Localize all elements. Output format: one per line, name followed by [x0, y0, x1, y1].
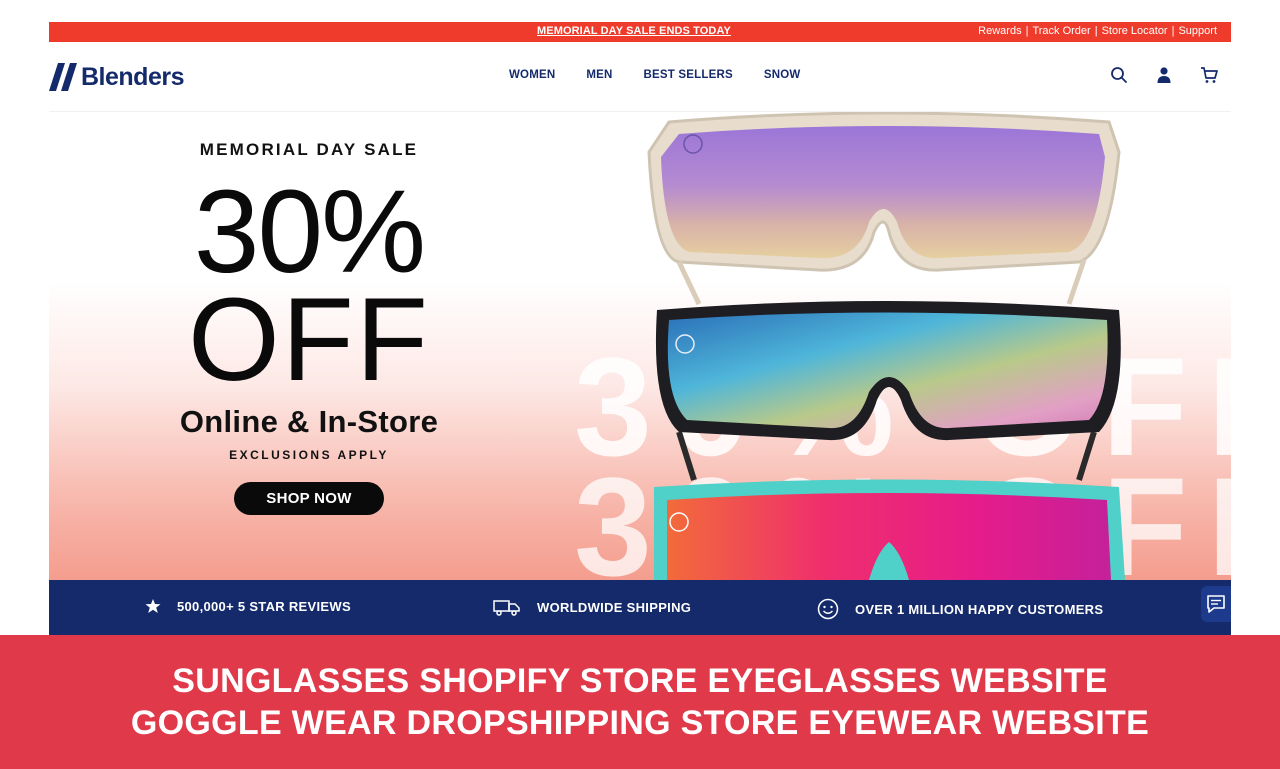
- logo-mark-icon: [49, 63, 77, 91]
- website: MEMORIAL DAY SALE ENDS TODAY Rewards | T…: [49, 22, 1231, 635]
- logo[interactable]: Blenders: [49, 57, 184, 97]
- nav-women[interactable]: WOMEN: [509, 69, 555, 81]
- hero-subtitle: Online & In-Store: [179, 404, 439, 439]
- account-icon[interactable]: [1154, 65, 1174, 85]
- banner-line: SUNGLASSES SHOPIFY STORE EYEGLASSES WEBS…: [172, 662, 1108, 700]
- feature-strip: 500,000+ 5 STAR REVIEWS WORLDWIDE SHIPPI…: [49, 580, 1231, 635]
- cart-icon[interactable]: [1199, 65, 1219, 85]
- feature-label: WORLDWIDE SHIPPING: [537, 599, 692, 615]
- chat-icon: [1207, 595, 1225, 613]
- nav-men[interactable]: MEN: [586, 69, 612, 81]
- chat-button[interactable]: [1201, 586, 1231, 622]
- rewards-link[interactable]: Rewards: [978, 25, 1021, 37]
- nav-snow[interactable]: SNOW: [764, 69, 801, 81]
- header-icons: [1109, 65, 1219, 85]
- hero-off: OFF: [188, 274, 430, 406]
- track-order-link[interactable]: Track Order: [1032, 25, 1090, 37]
- sunglasses-image: [647, 112, 1125, 580]
- feature-reviews: 500,000+ 5 STAR REVIEWS: [145, 598, 351, 614]
- nav-best-sellers[interactable]: BEST SELLERS: [644, 69, 733, 81]
- truck-icon: [493, 600, 520, 616]
- store-locator-link[interactable]: Store Locator: [1102, 25, 1168, 37]
- promo-bar: MEMORIAL DAY SALE ENDS TODAY Rewards | T…: [49, 22, 1231, 42]
- caption-banner: SUNGLASSES SHOPIFY STORE EYEGLASSES WEBS…: [0, 635, 1280, 769]
- screenshot-frame: MEMORIAL DAY SALE ENDS TODAY Rewards | T…: [0, 0, 1280, 769]
- hero-discount: 30%: [193, 166, 426, 298]
- hero-exclusions: EXCLUSIONS APPLY: [229, 448, 389, 462]
- utility-links: Rewards | Track Order | Store Locator | …: [978, 25, 1217, 37]
- logo-text: Blenders: [81, 62, 184, 91]
- search-icon[interactable]: [1109, 65, 1129, 85]
- banner-line: GOGGLE WEAR DROPSHIPPING STORE EYEWEAR W…: [130, 704, 1150, 742]
- feature-label: 500,000+ 5 STAR REVIEWS: [177, 598, 351, 614]
- separator: |: [1171, 25, 1175, 37]
- feature-shipping: WORLDWIDE SHIPPING: [493, 598, 691, 616]
- site-header: Blenders WOMEN MEN BEST SELLERS SNOW: [49, 42, 1231, 112]
- main-nav: WOMEN MEN BEST SELLERS SNOW: [509, 69, 800, 81]
- separator: |: [1025, 25, 1029, 37]
- feature-label: OVER 1 MILLION HAPPY CUSTOMERS: [855, 601, 1104, 617]
- hero-copy: MEMORIAL DAY SALE 30% OFF Online & In-St…: [129, 140, 489, 515]
- separator: |: [1094, 25, 1098, 37]
- smiley-icon: [817, 598, 839, 620]
- star-icon: [145, 599, 161, 613]
- feature-customers: OVER 1 MILLION HAPPY CUSTOMERS: [817, 598, 1103, 620]
- shop-now-button[interactable]: SHOP NOW: [234, 482, 384, 515]
- hero-eyebrow: MEMORIAL DAY SALE: [199, 140, 419, 159]
- support-link[interactable]: Support: [1178, 25, 1217, 37]
- promo-link[interactable]: MEMORIAL DAY SALE ENDS TODAY: [537, 25, 731, 37]
- hero-banner[interactable]: 30% OFF 30% OFF: [49, 112, 1231, 580]
